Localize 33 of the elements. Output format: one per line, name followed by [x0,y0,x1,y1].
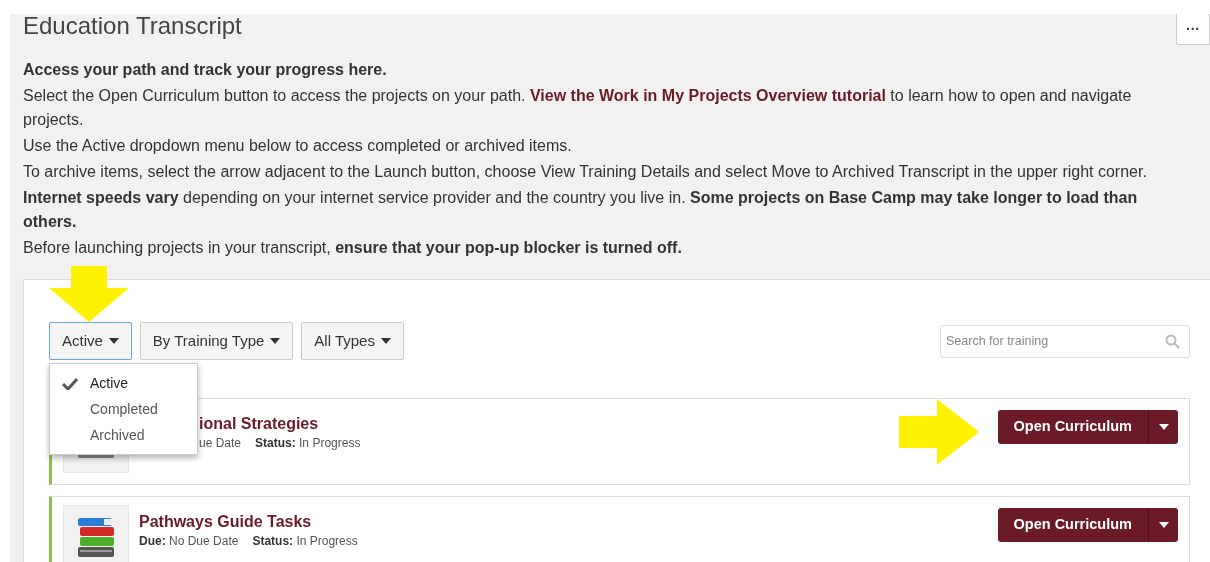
options-toggle-button[interactable] [1148,508,1178,542]
open-curriculum-button[interactable]: Open Curriculum [997,508,1148,542]
filter-dropdown[interactable]: Active [49,322,132,360]
more-options-button[interactable]: ··· [1176,14,1210,45]
options-toggle-button[interactable] [1148,410,1178,444]
status-text: Status: In Progress [255,435,361,452]
caret-icon [108,338,119,344]
intro-text: Select the Open Curriculum button to access the projects on your path. View the Work in My Projects Overview tutorial to learn how to open and navigate projects. [23,86,1133,130]
training-title[interactable]: Pathways Guide Tasks [139,512,358,532]
page-title: Education Transcript [23,14,242,38]
caret-icon [380,338,391,344]
intro-text: Before launching projects in your transcript, ensure that your pop-up blocker is turned off. [23,238,683,258]
due-date-text: Due: No Due Date [139,533,239,550]
open-curriculum-button[interactable]: Open Curriculum [997,410,1148,444]
search-icon [1165,333,1180,349]
intro-text: To archive items, select the arrow adjacent to the Launch button, choose View Training Details and select Move to Archived Transcript in the upper right corner. [23,162,1148,182]
tutorial-link[interactable]: View the Work in My Projects Overview tutorial [529,87,886,104]
intro-text: Internet speeds vary depending on your internet service provider and the country you live in. Some projects on Base Camp may take longer to load than others. [23,188,1139,232]
intro-text: Use the Active dropdown menu below to access completed or archived items. [23,136,573,156]
caret-icon [1158,424,1169,430]
intro-text: Access your path and track your progress here. [23,60,388,80]
menu-item[interactable]: Archived [50,422,197,448]
menu-item[interactable]: Active [50,370,197,396]
menu-item[interactable]: Completed [50,396,197,422]
training-title[interactable]: ional Strategies [199,414,361,434]
filter-dropdown[interactable]: By Training Type [139,322,294,360]
caret-icon [1158,522,1169,528]
filter-dropdown[interactable]: All Types [301,322,404,360]
status-text: Status: In Progress [252,533,358,550]
search-field[interactable]: Search for training [940,324,1190,358]
check-icon [62,377,78,391]
caret-icon [270,338,281,344]
due-date-text: ue Date [199,435,242,452]
